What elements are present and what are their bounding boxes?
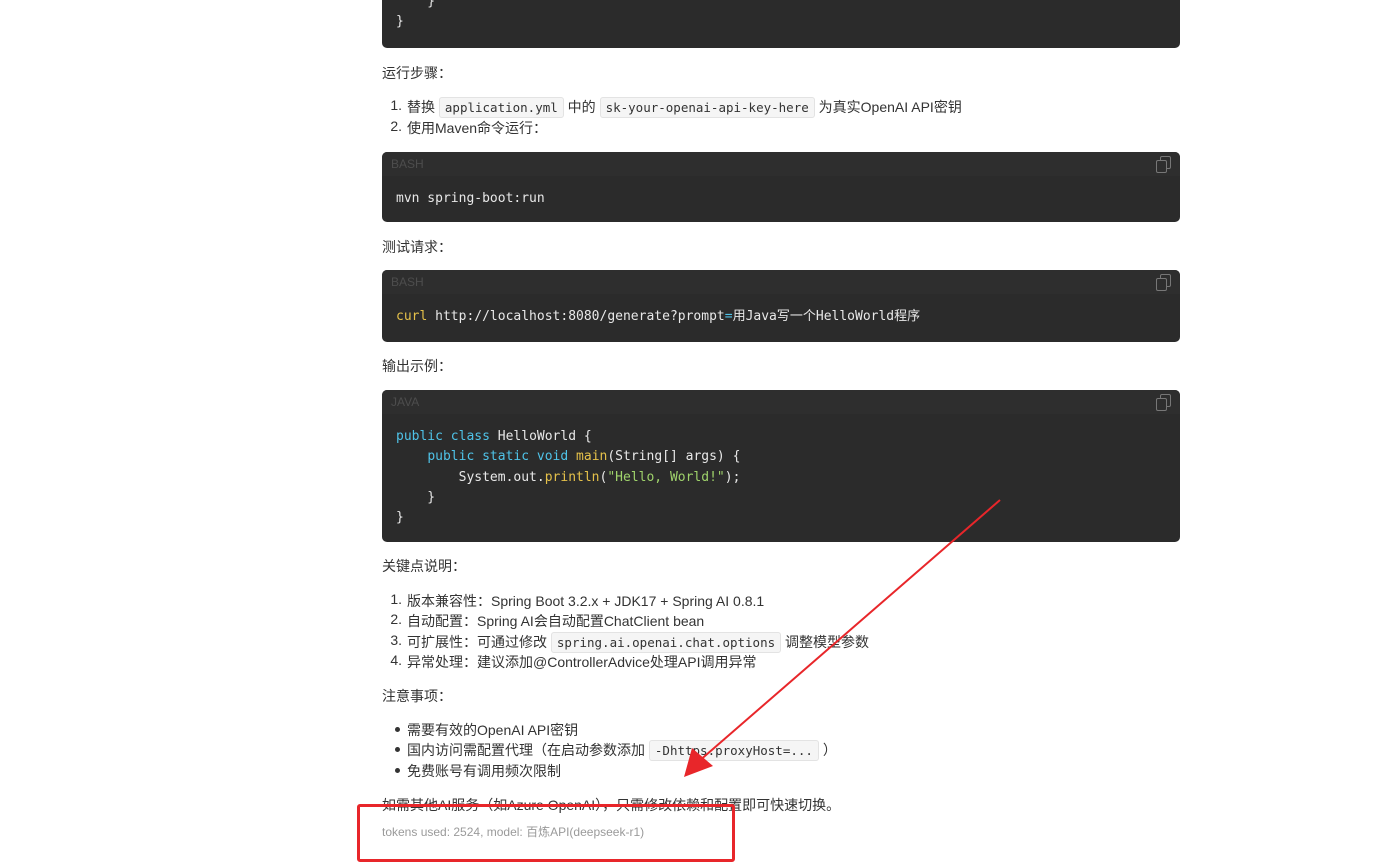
code-content: curl http://localhost:8080/generate?prom…	[396, 309, 921, 324]
bullet-icon	[395, 768, 400, 773]
annotation-box	[357, 804, 735, 862]
code-block-header: BASH	[382, 152, 1180, 176]
section-heading-test-request: 测试请求：	[382, 239, 452, 255]
section-heading-key-points: 关键点说明：	[382, 558, 466, 574]
copy-icon[interactable]	[1156, 274, 1171, 291]
code-block-bash: BASH mvn spring-boot:run	[382, 152, 1180, 222]
code-content: mvn spring-boot:run	[396, 191, 545, 206]
section-heading-notes: 注意事项：	[382, 688, 452, 704]
bullet-icon	[395, 727, 400, 732]
code-block-java: JAVA public class HelloWorld { public st…	[382, 390, 1180, 542]
code-language-label: JAVA	[391, 395, 420, 409]
code-language-label: BASH	[391, 275, 424, 289]
code-content: } }	[396, 0, 436, 30]
code-block-top: } }	[382, 0, 1180, 48]
copy-icon[interactable]	[1156, 156, 1171, 173]
bullet-icon	[395, 747, 400, 752]
inline-code: application.yml	[438, 97, 564, 118]
code-block-header: BASH	[382, 270, 1180, 294]
code-block-bash: BASH curl http://localhost:8080/generate…	[382, 270, 1180, 342]
section-heading-output: 输出示例：	[382, 358, 452, 374]
inline-code: spring.ai.openai.chat.options	[550, 632, 782, 653]
code-language-label: BASH	[391, 157, 424, 171]
code-content: public class HelloWorld { public static …	[396, 429, 741, 526]
inline-code: sk-your-openai-api-key-here	[599, 97, 815, 118]
copy-icon[interactable]	[1156, 394, 1171, 411]
section-heading-run-steps: 运行步骤：	[382, 65, 452, 81]
code-block-header: JAVA	[382, 390, 1180, 414]
inline-code: -Dhttps.proxyHost=...	[648, 740, 819, 761]
